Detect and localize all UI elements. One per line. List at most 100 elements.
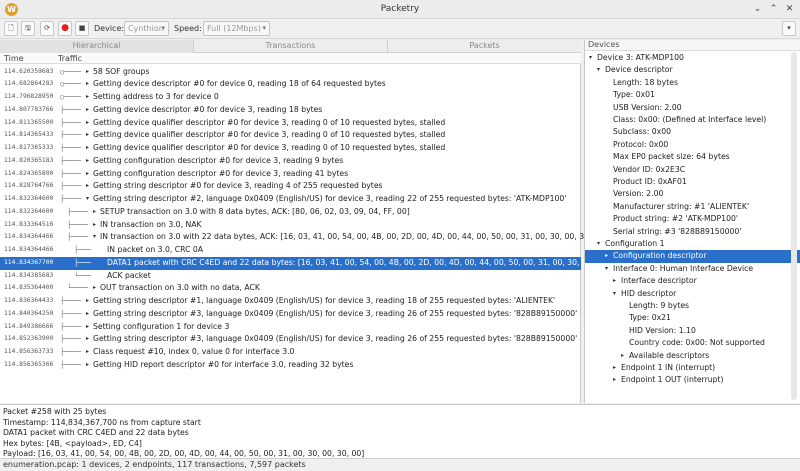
tab-transactions[interactable]: Transactions <box>194 40 388 53</box>
device-tree-row[interactable]: Protocol: 0x00 <box>585 139 800 151</box>
expanded-arrow-icon[interactable]: ▾ <box>86 193 89 206</box>
device-tree-row[interactable]: Serial string: #3 '828B89150000' <box>585 226 800 238</box>
tab-hierarchical[interactable]: Hierarchical <box>0 40 194 53</box>
device-tree-row[interactable]: Subclass: 0x00 <box>585 126 800 138</box>
collapsed-arrow-icon[interactable]: ▸ <box>93 219 96 232</box>
traffic-row[interactable]: 114.832364600 ├──── ▾ Getting string descr… <box>0 193 581 206</box>
collapsed-arrow-icon[interactable]: ▸ <box>86 180 89 193</box>
collapsed-arrow-icon[interactable]: ▸ <box>613 275 616 287</box>
device-tree-row[interactable]: Product string: #2 'ATK-MDP100' <box>585 213 800 225</box>
traffic-row[interactable]: 114.834364466 ├─── IN packet on 3.0, CRC … <box>0 244 581 257</box>
traffic-row[interactable]: 114.856363733 ├──── ▸ Class request #10, i… <box>0 346 581 359</box>
stop-button[interactable]: ■ <box>75 21 89 36</box>
collapsed-arrow-icon[interactable]: ▸ <box>613 362 616 374</box>
open-button[interactable]: 🗋 <box>4 21 18 36</box>
device-select[interactable]: Cynthion ▾ <box>124 21 169 36</box>
device-tree-row[interactable]: Class: 0x00: (Defined at Interface level… <box>585 114 800 126</box>
collapsed-arrow-icon[interactable]: ▸ <box>86 155 89 168</box>
tab-packets[interactable]: Packets <box>388 40 581 53</box>
collapsed-arrow-icon[interactable]: ▸ <box>621 350 624 362</box>
traffic-row[interactable]: 114.856365366 ├──── ▸ Getting HID report d… <box>0 359 581 372</box>
device-tree-row[interactable]: Type: 0x01 <box>585 89 800 101</box>
expanded-arrow-icon[interactable]: ▾ <box>589 52 592 64</box>
collapsed-arrow-icon[interactable]: ▸ <box>86 91 89 104</box>
device-tree-row[interactable]: ▸ Endpoint 1 IN (interrupt) <box>585 362 800 374</box>
traffic-row[interactable]: 114.835364400 └──── ▸ OUT transaction on 3… <box>0 282 581 295</box>
device-tree-row[interactable]: ▾ Interface 0: Human Interface Device <box>585 263 800 275</box>
device-tree-row[interactable]: ▸ Available descriptors <box>585 350 800 362</box>
traffic-row[interactable]: 114.682864283 ○──── ▸ Getting device descr… <box>0 78 581 91</box>
device-tree-row[interactable]: USB Version: 2.00 <box>585 102 800 114</box>
expanded-arrow-icon[interactable]: ▾ <box>93 231 96 244</box>
traffic-row[interactable]: 114.834385683 └─── ACK packet <box>0 270 581 283</box>
close-button[interactable]: ✕ <box>783 3 796 16</box>
device-tree-row[interactable]: ▾ Device 3: ATK-MDP100 <box>585 52 800 64</box>
traffic-row[interactable]: 114.828764766 ├──── ▸ Getting string descr… <box>0 180 581 193</box>
expanded-arrow-icon[interactable]: ▾ <box>605 263 608 275</box>
tree-connector: ├──── <box>60 105 82 114</box>
collapsed-arrow-icon[interactable]: ▸ <box>86 66 89 79</box>
minimize-button[interactable]: ⌄ <box>751 3 764 16</box>
traffic-row[interactable]: 114.620359683 ○──── ▸ 58 SOF groups <box>0 66 581 79</box>
collapsed-arrow-icon[interactable]: ▸ <box>86 359 89 372</box>
expanded-arrow-icon[interactable]: ▾ <box>597 64 600 76</box>
expanded-arrow-icon[interactable]: ▾ <box>597 238 600 250</box>
traffic-row[interactable]: 114.852363900 ├──── ▸ Getting string descr… <box>0 333 581 346</box>
traffic-row[interactable]: 114.811365500 ├──── ▸ Getting device quali… <box>0 117 581 130</box>
device-tree-row[interactable]: Product ID: 0xAF01 <box>585 176 800 188</box>
traffic-row[interactable]: 114.840364250 ├──── ▸ Getting string descr… <box>0 308 581 321</box>
collapsed-arrow-icon[interactable]: ▸ <box>86 78 89 91</box>
traffic-row[interactable]: 114.820365183 ├──── ▸ Getting configuratio… <box>0 155 581 168</box>
traffic-column-header-label[interactable]: Traffic <box>58 54 82 63</box>
collapsed-arrow-icon[interactable]: ▸ <box>86 295 89 308</box>
collapsed-arrow-icon[interactable]: ▸ <box>86 308 89 321</box>
refresh-button[interactable]: ⟳ <box>40 21 54 36</box>
device-tree-row[interactable]: ▸ Configuration descriptor <box>585 250 800 263</box>
collapsed-arrow-icon[interactable]: ▸ <box>86 117 89 130</box>
time-column-header[interactable]: Time <box>4 54 24 63</box>
traffic-row[interactable]: 114.836364433 ├──── ▸ Getting string descr… <box>0 295 581 308</box>
device-tree-row[interactable]: ▾ Configuration 1 <box>585 238 800 250</box>
collapsed-arrow-icon[interactable]: ▸ <box>86 346 89 359</box>
collapsed-arrow-icon[interactable]: ▸ <box>86 142 89 155</box>
collapsed-arrow-icon[interactable]: ▸ <box>86 129 89 142</box>
device-tree-row[interactable]: ▾ HID descriptor <box>585 288 800 300</box>
device-tree-row[interactable]: Type: 0x21 <box>585 312 800 324</box>
collapsed-arrow-icon[interactable]: ▸ <box>86 104 89 117</box>
device-tree-row[interactable]: Length: 9 bytes <box>585 300 800 312</box>
speed-select[interactable]: Full (12Mbps) ▾ <box>203 21 270 36</box>
device-tree-row[interactable]: ▾ Device descriptor <box>585 64 800 76</box>
traffic-row[interactable]: 114.832364600 ├──── ▸ SETUP transaction on… <box>0 206 581 219</box>
expanded-arrow-icon[interactable]: ▾ <box>613 288 616 300</box>
traffic-row[interactable]: 114.849386666 ├──── ▸ Setting configuratio… <box>0 321 581 334</box>
device-tree-row[interactable]: HID Version: 1.10 <box>585 325 800 337</box>
device-tree-row[interactable]: Manufacturer string: #1 'ALIENTEK' <box>585 201 800 213</box>
record-button[interactable]: ● <box>58 21 72 36</box>
traffic-row[interactable]: 114.824365800 ├──── ▸ Getting configuratio… <box>0 168 581 181</box>
device-tree-row[interactable]: Vendor ID: 0x2E3C <box>585 164 800 176</box>
collapsed-arrow-icon[interactable]: ▸ <box>93 282 96 295</box>
main-menu-button[interactable]: ▾ <box>782 21 796 36</box>
traffic-row[interactable]: 114.814365433 ├──── ▸ Getting device quali… <box>0 129 581 142</box>
devices-scrollbar[interactable] <box>791 52 797 400</box>
device-tree-row[interactable]: Country code: 0x00: Not supported <box>585 337 800 349</box>
save-button[interactable]: 🖫 <box>21 21 35 36</box>
collapsed-arrow-icon[interactable]: ▸ <box>86 333 89 346</box>
device-tree-row[interactable]: ▸ Interface descriptor <box>585 275 800 287</box>
device-tree-row[interactable]: Length: 18 bytes <box>585 77 800 89</box>
traffic-row[interactable]: 114.833364516 ├──── ▸ IN transaction on 3.… <box>0 219 581 232</box>
device-tree-row[interactable]: Version: 2.00 <box>585 188 800 200</box>
device-tree-row[interactable]: Max EP0 packet size: 64 bytes <box>585 151 800 163</box>
collapsed-arrow-icon[interactable]: ▸ <box>93 206 96 219</box>
collapsed-arrow-icon[interactable]: ▸ <box>613 374 616 386</box>
collapsed-arrow-icon[interactable]: ▸ <box>86 168 89 181</box>
collapsed-arrow-icon[interactable]: ▸ <box>86 321 89 334</box>
traffic-row[interactable]: 114.807783766 ├──── ▸ Getting device descr… <box>0 104 581 117</box>
device-tree-row[interactable]: ▸ Endpoint 1 OUT (interrupt) <box>585 374 800 386</box>
traffic-row[interactable]: 114.817365333 ├──── ▸ Getting device quali… <box>0 142 581 155</box>
collapsed-arrow-icon[interactable]: ▸ <box>605 250 608 262</box>
traffic-row[interactable]: 114.834367700 ├─── DATA1 packet with CRC … <box>0 256 624 270</box>
traffic-row[interactable]: 114.834364466 ├──── ▾ IN transaction on 3.… <box>0 231 607 244</box>
maximize-button[interactable]: ⌃ <box>767 3 780 16</box>
traffic-row[interactable]: 114.796828950 ○──── ▸ Setting address to 3… <box>0 91 581 104</box>
